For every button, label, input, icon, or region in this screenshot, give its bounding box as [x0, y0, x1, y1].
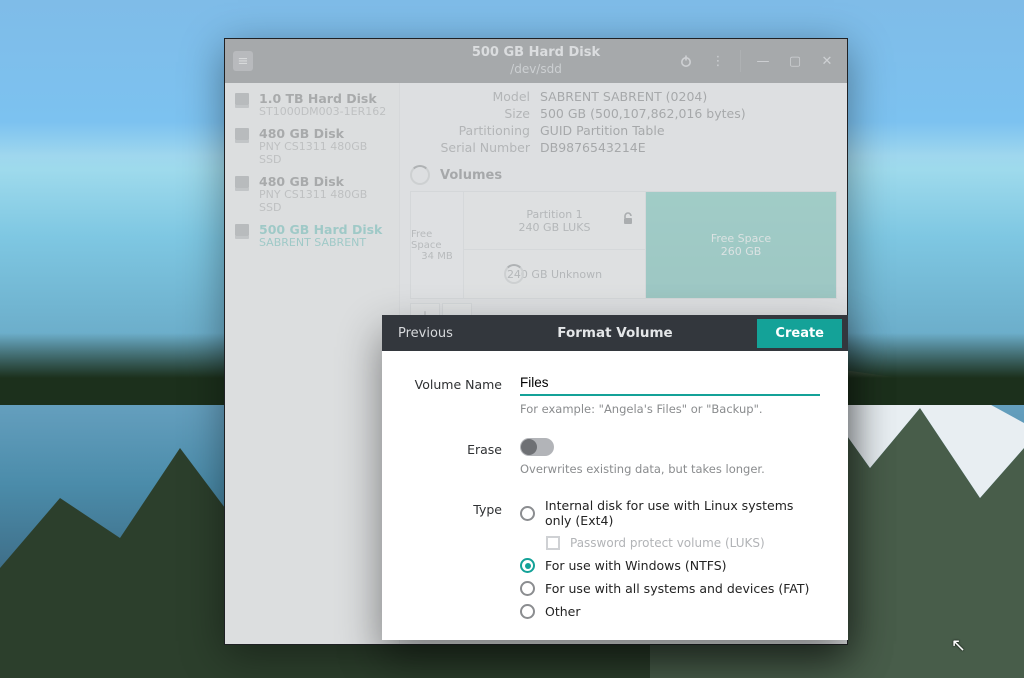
label-volume-name: Volume Name	[410, 373, 502, 392]
radio-fat[interactable]: For use with all systems and devices (FA…	[520, 581, 820, 596]
format-volume-dialog: Previous Format Volume Create Volume Nam…	[382, 315, 848, 640]
radio-ext4[interactable]: Internal disk for use with Linux systems…	[520, 498, 820, 528]
erase-toggle[interactable]	[520, 438, 554, 456]
radio-ntfs[interactable]: For use with Windows (NTFS)	[520, 558, 820, 573]
volume-name-input[interactable]	[520, 373, 820, 396]
dialog-header: Previous Format Volume Create	[382, 315, 848, 351]
erase-hint: Overwrites existing data, but takes long…	[520, 462, 820, 476]
previous-button[interactable]: Previous	[388, 320, 463, 347]
checkbox-luks: Password protect volume (LUKS)	[520, 536, 820, 550]
volume-name-hint: For example: "Angela's Files" or "Backup…	[520, 402, 820, 416]
cursor-icon: ↖	[951, 635, 966, 656]
label-type: Type	[410, 498, 502, 517]
create-button[interactable]: Create	[757, 319, 842, 348]
radio-other[interactable]: Other	[520, 604, 820, 619]
label-erase: Erase	[410, 438, 502, 457]
